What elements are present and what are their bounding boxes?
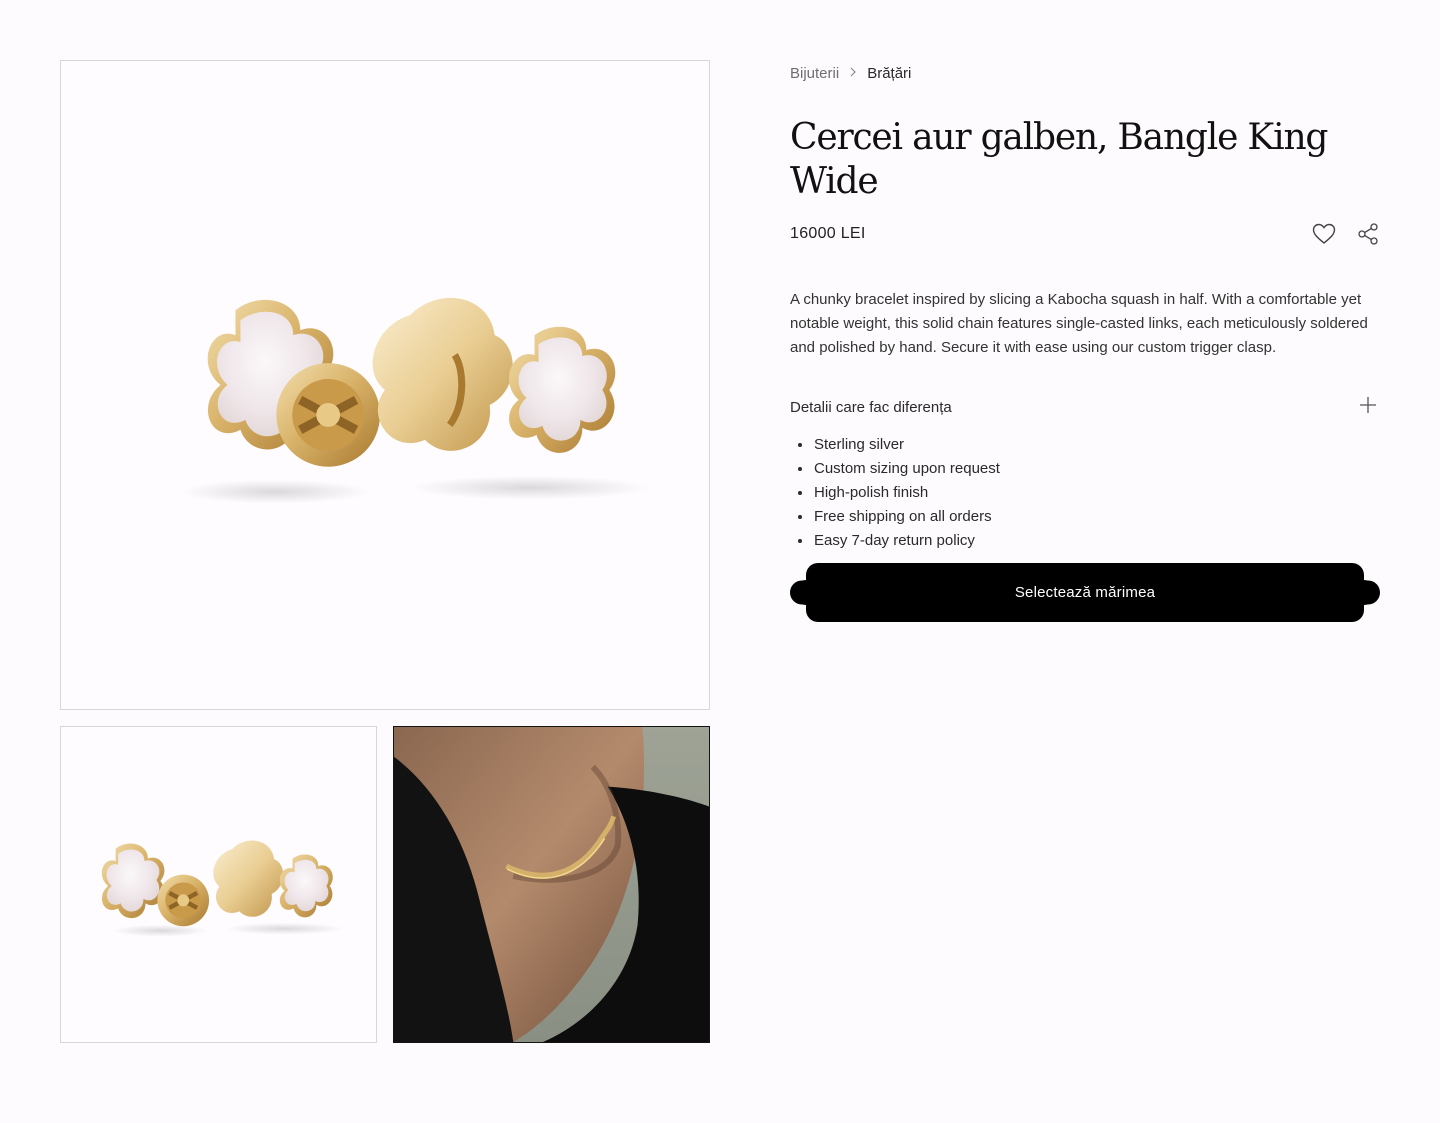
list-item: High-polish finish	[798, 481, 1380, 505]
product-info: Bijuterii Brățări Cercei aur galben, Ban…	[790, 60, 1380, 553]
details-heading: Detalii care fac diferența	[790, 398, 952, 416]
earrings-image	[180, 297, 650, 504]
earrings-thumbnail-image	[101, 840, 345, 937]
feature-text: Free shipping on all orders	[814, 508, 992, 525]
feature-text: Custom sizing upon request	[814, 460, 1000, 477]
product-title: Cercei aur galben, Bangle King Wide	[790, 117, 1328, 202]
select-size-button[interactable]: Selectează mărimea	[790, 563, 1380, 622]
list-item: Easy 7-day return policy	[798, 529, 1380, 553]
details-accordion-toggle[interactable]: Detalii care fac diferența	[790, 395, 1380, 419]
breadcrumb: Bijuterii Brățări	[790, 63, 1380, 83]
list-item: Custom sizing upon request	[798, 457, 1380, 481]
share-icon[interactable]	[1356, 222, 1380, 246]
heart-icon[interactable]	[1312, 222, 1336, 246]
features-list: Sterling silver Custom sizing upon reque…	[790, 433, 1380, 553]
breadcrumb-item-current[interactable]: Brățări	[867, 65, 911, 82]
bullet	[798, 491, 802, 495]
bullet	[798, 539, 802, 543]
breadcrumb-item-bijuterii[interactable]: Bijuterii	[790, 65, 839, 82]
price-row: 16000 LEI	[790, 219, 1380, 249]
bullet	[798, 443, 802, 447]
product-actions	[1312, 222, 1380, 246]
bullet	[798, 515, 802, 519]
feature-text: Easy 7-day return policy	[814, 532, 975, 549]
thumbnail-model-necklace[interactable]	[393, 726, 710, 1043]
feature-text: Sterling silver	[814, 436, 905, 453]
list-item: Sterling silver	[798, 433, 1380, 457]
thumbnail-earrings[interactable]	[60, 726, 377, 1043]
main-product-image[interactable]	[60, 60, 710, 710]
chevron-right-icon	[849, 66, 857, 80]
plus-icon[interactable]	[1360, 397, 1376, 417]
bullet	[798, 467, 802, 471]
model-necklace-image	[394, 727, 709, 1042]
feature-text: High-polish finish	[814, 484, 929, 501]
list-item: Free shipping on all orders	[798, 505, 1380, 529]
select-size-label: Selectează mărimea	[1014, 584, 1156, 601]
product-price: 16000 LEI	[790, 225, 866, 242]
product-page: Bijuterii Brățări Cercei aur galben, Ban…	[0, 0, 1440, 1123]
product-description: A chunky bracelet inspired by slicing a …	[790, 291, 1368, 356]
